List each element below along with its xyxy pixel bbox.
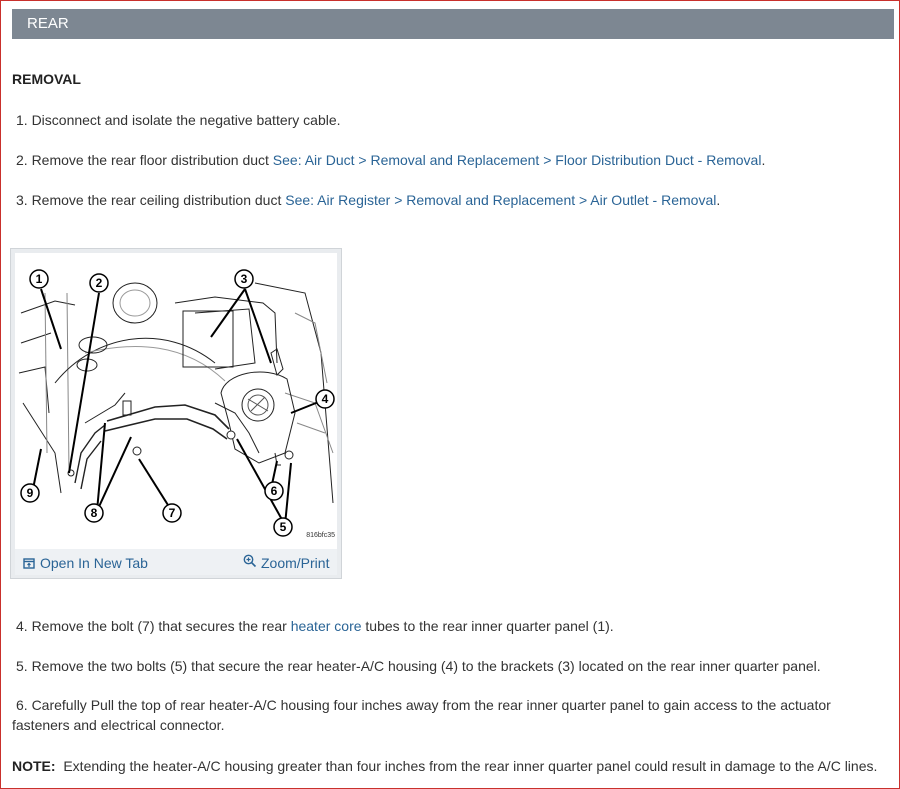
step-1: 1. Disconnect and isolate the negative b… xyxy=(16,112,341,128)
callout-2: 2 xyxy=(89,273,109,293)
callout-8: 8 xyxy=(84,503,104,523)
figure-panel: 1 2 3 4 5 6 7 8 9 816bfc35 Open In New T… xyxy=(10,248,342,579)
step-2-text: 2. Remove the rear floor distribution du… xyxy=(16,152,273,168)
step-4: 4. Remove the bolt (7) that secures the … xyxy=(16,618,614,634)
svg-text:1: 1 xyxy=(36,272,43,286)
svg-text:3: 3 xyxy=(241,272,248,286)
section-title: REAR xyxy=(27,15,69,32)
step-2-tail: . xyxy=(761,152,766,168)
callout-4: 4 xyxy=(315,389,335,409)
figure-image[interactable]: 1 2 3 4 5 6 7 8 9 816bfc35 xyxy=(15,253,337,549)
svg-text:5: 5 xyxy=(280,520,287,534)
open-in-new-tab-label: Open In New Tab xyxy=(40,555,148,571)
heater-housing-diagram: 1 2 3 4 5 6 7 8 9 816bfc35 xyxy=(18,269,335,539)
zoom-print-label: Zoom/Print xyxy=(261,555,330,571)
step-3-text: 3. Remove the rear ceiling distribution … xyxy=(16,192,286,208)
step-4-post: tubes to the rear inner quarter panel (1… xyxy=(361,618,614,634)
svg-text:7: 7 xyxy=(169,506,176,520)
svg-text:4: 4 xyxy=(322,392,329,406)
removal-heading: REMOVAL xyxy=(12,71,81,87)
step-2-link[interactable]: See: Air Duct > Removal and Replacement … xyxy=(273,152,762,168)
open-tab-icon xyxy=(23,557,35,569)
step-3-link[interactable]: See: Air Register > Removal and Replacem… xyxy=(285,192,716,208)
step-3: 3. Remove the rear ceiling distribution … xyxy=(16,192,720,208)
figure-code: 816bfc35 xyxy=(306,532,335,539)
step-2: 2. Remove the rear floor distribution du… xyxy=(16,152,765,168)
zoom-icon xyxy=(243,554,257,568)
callout-6: 6 xyxy=(264,481,284,501)
note: NOTE: Extending the heater-A/C housing g… xyxy=(12,758,877,774)
callout-7: 7 xyxy=(162,503,182,523)
step-6: 6. Carefully Pull the top of rear heater… xyxy=(12,697,831,733)
zoom-print-link[interactable]: Zoom/Print xyxy=(243,551,329,571)
section-banner: REAR xyxy=(12,9,894,39)
callout-1: 1 xyxy=(29,269,49,289)
step-4-pre: 4. Remove the bolt (7) that secures the … xyxy=(16,618,291,634)
svg-text:2: 2 xyxy=(96,276,103,290)
note-text: Extending the heater-A/C housing greater… xyxy=(63,758,878,774)
heater-core-link[interactable]: heater core xyxy=(291,618,362,634)
callout-9: 9 xyxy=(20,483,40,503)
note-label: NOTE: xyxy=(12,758,56,774)
svg-text:8: 8 xyxy=(91,506,98,520)
step-5: 5. Remove the two bolts (5) that secure … xyxy=(16,658,821,674)
open-in-new-tab-link[interactable]: Open In New Tab xyxy=(23,555,148,571)
step-3-tail: . xyxy=(716,192,721,208)
svg-text:6: 6 xyxy=(271,484,278,498)
svg-text:9: 9 xyxy=(27,486,34,500)
callout-5: 5 xyxy=(273,517,293,537)
callout-3: 3 xyxy=(234,269,254,289)
